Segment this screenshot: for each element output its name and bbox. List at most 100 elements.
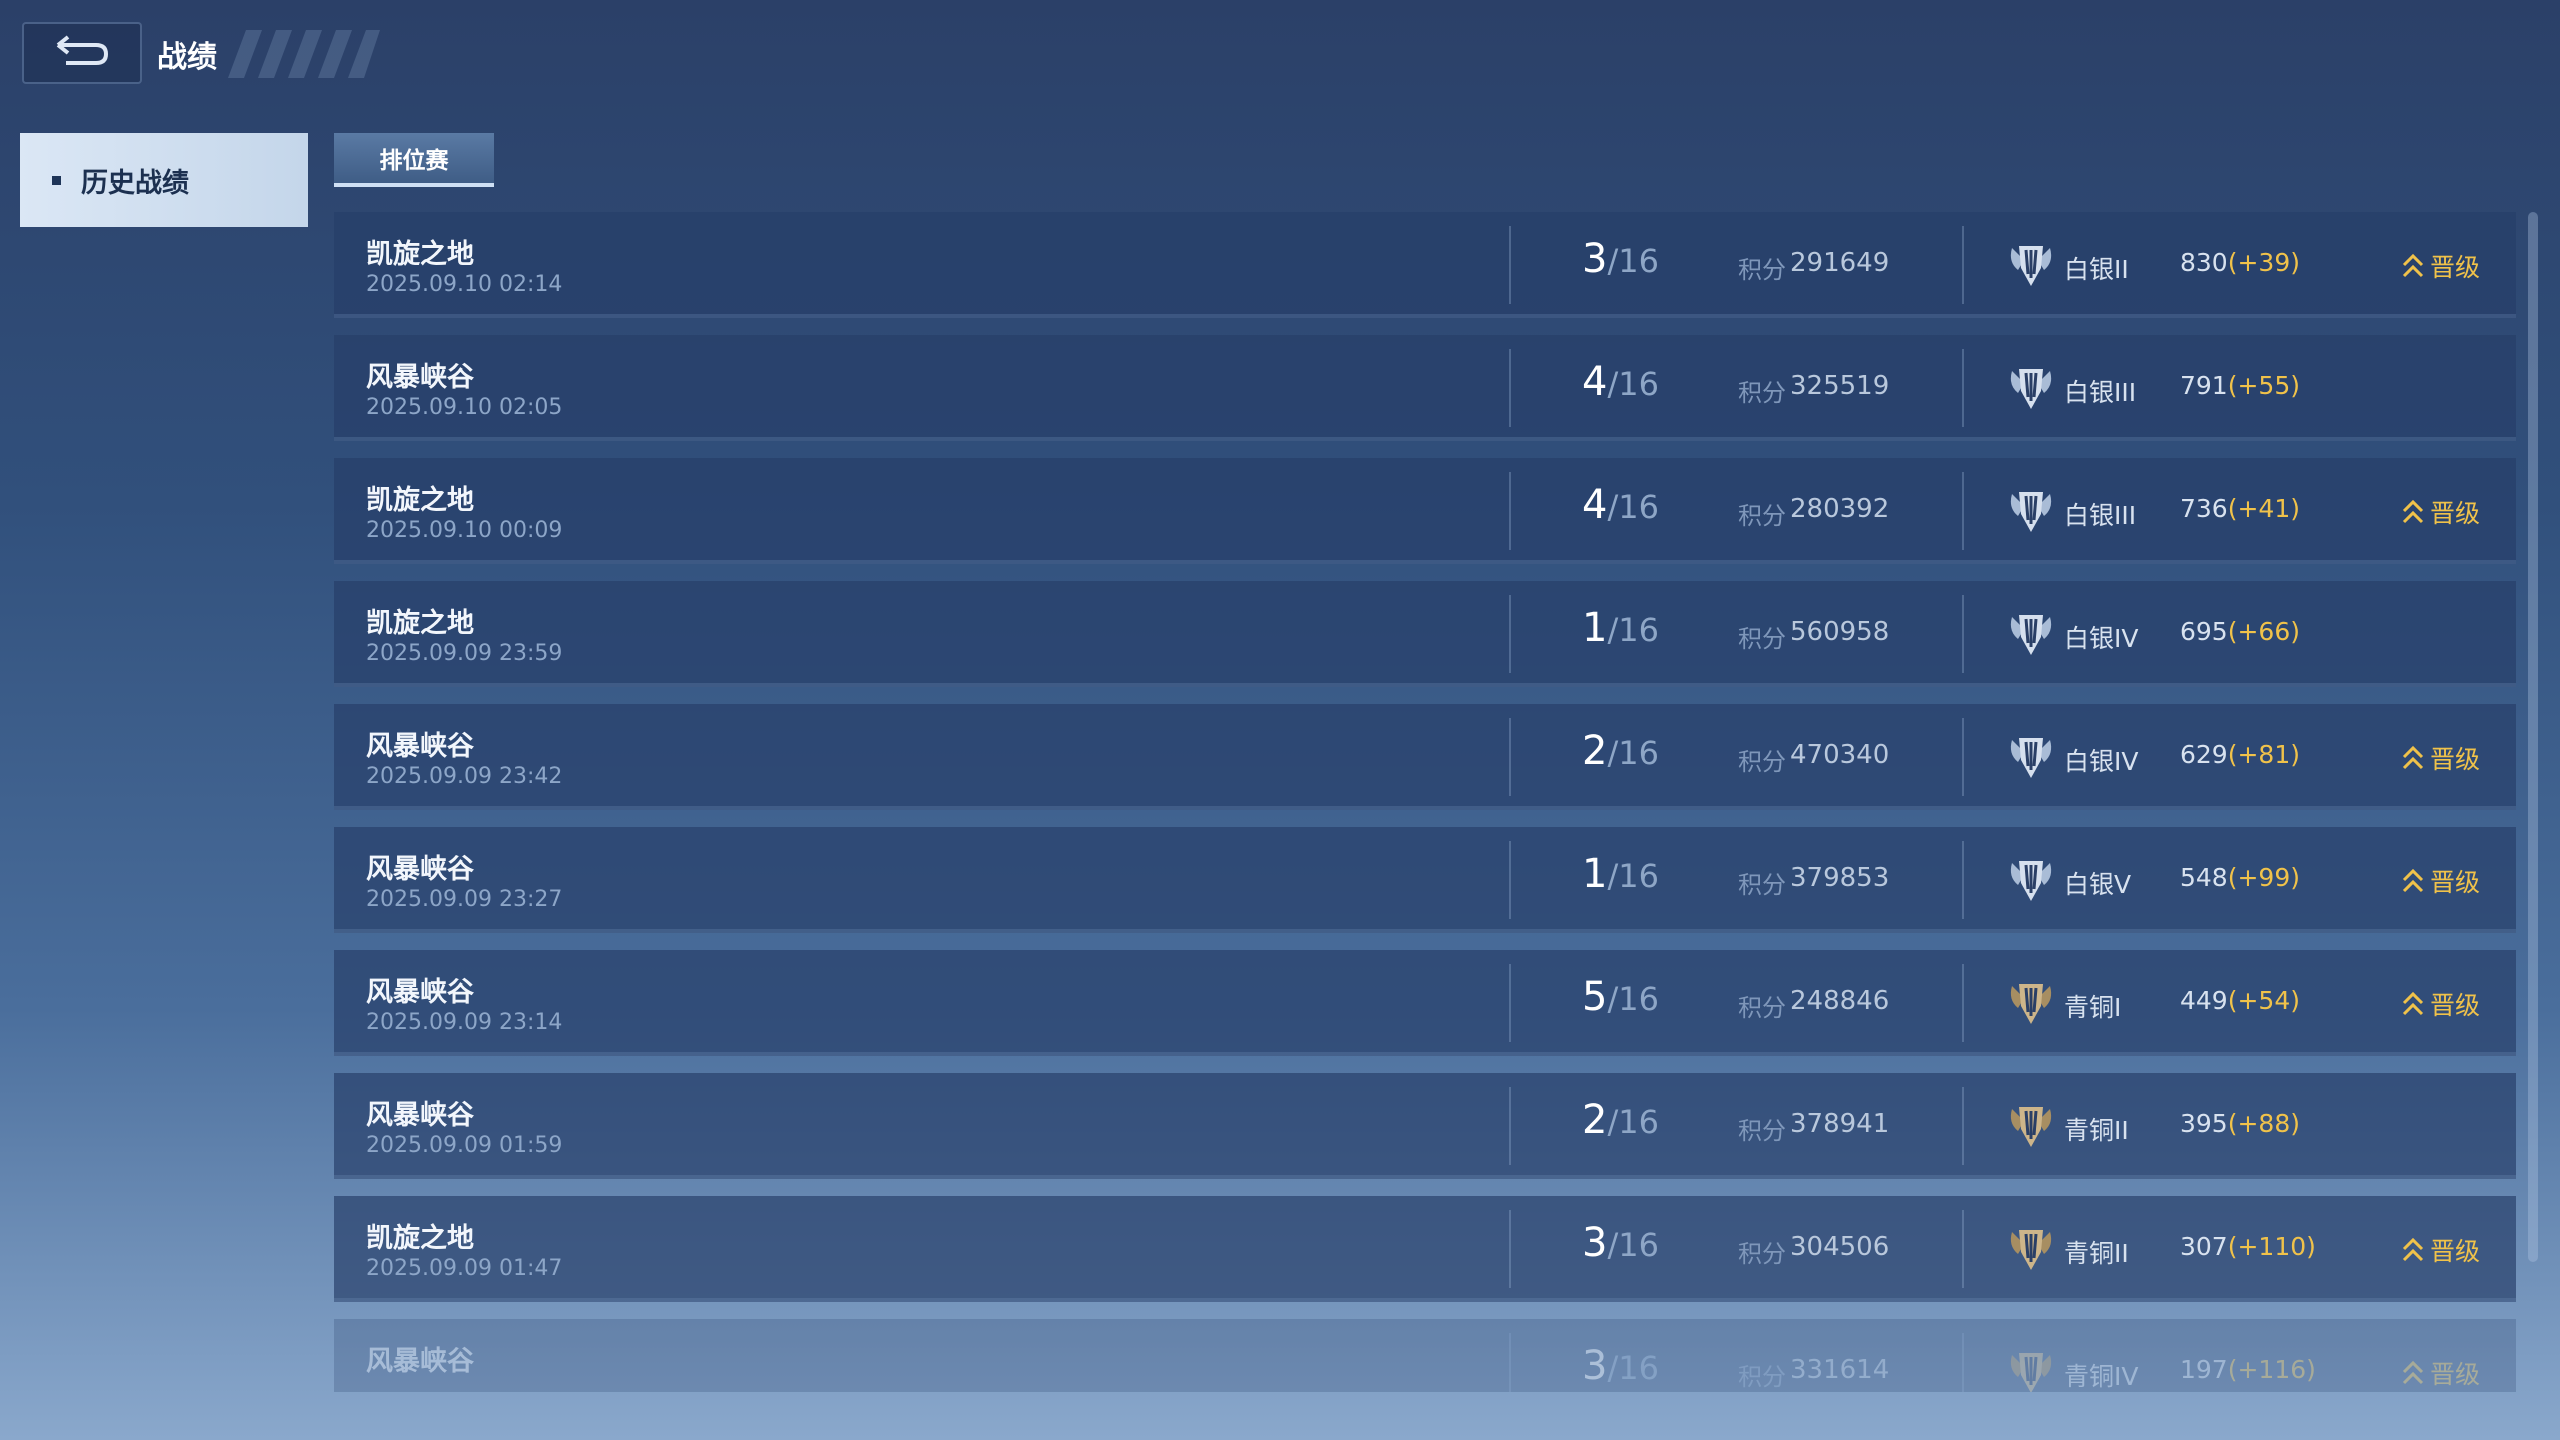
- sidebar-item-history[interactable]: 历史战绩: [20, 133, 308, 227]
- promotion-badge: 晋级: [2402, 863, 2480, 899]
- match-time: 2025.09.09 01:47: [366, 1256, 563, 1281]
- double-chevron-up-icon: [2402, 745, 2424, 770]
- tier-name: 白银II: [2064, 255, 2129, 284]
- tier-shield-icon: [2010, 1353, 2052, 1392]
- match-time: 2025.09.09 23:59: [366, 641, 563, 666]
- placement: 1/16: [1582, 605, 1659, 651]
- match-row[interactable]: 风暴峡谷 2025.09.09 23:14 5/16 积分 248846 青铜I…: [334, 950, 2516, 1056]
- tier-shield-icon: [2010, 369, 2052, 409]
- divider: [1509, 1333, 1511, 1392]
- map-name: 凯旋之地: [366, 608, 474, 639]
- score-value: 560958: [1790, 617, 1890, 647]
- tier-shield-icon: [2010, 984, 2052, 1024]
- match-row[interactable]: 风暴峡谷 2025.09.09 23:42 2/16 积分 470340 白银I…: [334, 704, 2516, 810]
- promotion-badge: 晋级: [2402, 986, 2480, 1022]
- scrollbar[interactable]: [2528, 212, 2538, 1262]
- divider: [1962, 226, 1964, 304]
- score-label: 积分: [1738, 871, 1786, 899]
- map-name: 风暴峡谷: [366, 854, 474, 885]
- score-label: 积分: [1738, 379, 1786, 407]
- tier-name: 青铜II: [2064, 1239, 2129, 1268]
- divider: [1962, 472, 1964, 550]
- placement: 2/16: [1582, 728, 1659, 774]
- score-label: 积分: [1738, 1363, 1786, 1391]
- placement: 3/16: [1582, 236, 1659, 282]
- promotion-badge: 晋级: [2402, 1232, 2480, 1268]
- map-name: 风暴峡谷: [366, 977, 474, 1008]
- tier-shield-icon: [2010, 615, 2052, 655]
- match-time: 2025.09.09 01:59: [366, 1133, 563, 1158]
- score-value: 304506: [1790, 1232, 1890, 1262]
- map-name: 风暴峡谷: [366, 362, 474, 393]
- divider: [1962, 1333, 1964, 1392]
- tier-name: 白银III: [2064, 378, 2137, 407]
- tier-name: 白银IV: [2064, 624, 2139, 653]
- promotion-badge: 晋级: [2402, 248, 2480, 284]
- tier-shield-icon: [2010, 1230, 2052, 1270]
- double-chevron-up-icon: [2402, 499, 2424, 524]
- match-row[interactable]: 凯旋之地 2025.09.10 00:09 4/16 积分 280392 白银I…: [334, 458, 2516, 564]
- promotion-badge: 晋级: [2402, 1355, 2480, 1391]
- score-value: 331614: [1790, 1355, 1890, 1385]
- score-label: 积分: [1738, 994, 1786, 1022]
- match-time: 2025.09.09 23:14: [366, 1010, 563, 1035]
- placement: 3/16: [1582, 1220, 1659, 1266]
- divider: [1509, 1210, 1511, 1288]
- score-value: 291649: [1790, 248, 1890, 278]
- tier-name: 白银V: [2064, 870, 2132, 899]
- page-title: 战绩: [157, 40, 217, 75]
- match-row[interactable]: 风暴峡谷 2025.09.10 02:05 4/16 积分 325519 白银I…: [334, 335, 2516, 441]
- score-label: 积分: [1738, 1117, 1786, 1145]
- rank-points: 791(+55): [2180, 371, 2300, 400]
- match-row[interactable]: 凯旋之地 2025.09.10 02:14 3/16 积分 291649 白银I…: [334, 212, 2516, 318]
- divider: [1962, 349, 1964, 427]
- match-time: 2025.09.10 02:14: [366, 272, 563, 297]
- tier-shield-icon: [2010, 246, 2052, 286]
- bullet-icon: [52, 175, 61, 185]
- placement: 1/16: [1582, 851, 1659, 897]
- tier-shield-icon: [2010, 492, 2052, 532]
- score-value: 379853: [1790, 863, 1890, 893]
- tier-name: 青铜II: [2064, 1116, 2129, 1145]
- match-row[interactable]: 风暴峡谷 2025.09.09 01:59 2/16 积分 378941 青铜I…: [334, 1073, 2516, 1179]
- tier-name: 白银III: [2064, 501, 2137, 530]
- match-time: 2025.09.09 23:42: [366, 764, 563, 789]
- rank-points: 197(+116): [2180, 1355, 2316, 1384]
- tier-name: 青铜IV: [2064, 1362, 2139, 1391]
- match-row[interactable]: 风暴峡谷 3/16 积分 331614 青铜IV 197(+116) 晋级: [334, 1319, 2516, 1392]
- promotion-badge: 晋级: [2402, 740, 2480, 776]
- score-value: 280392: [1790, 494, 1890, 524]
- back-arrow-icon: [56, 35, 109, 65]
- rank-points: 629(+81): [2180, 740, 2300, 769]
- double-chevron-up-icon: [2402, 1360, 2424, 1385]
- map-name: 凯旋之地: [366, 485, 474, 516]
- placement: 4/16: [1582, 359, 1659, 405]
- back-button[interactable]: [22, 22, 142, 84]
- match-time: 2025.09.10 00:09: [366, 518, 563, 543]
- map-name: 凯旋之地: [366, 239, 474, 270]
- double-chevron-up-icon: [2402, 253, 2424, 278]
- tier-shield-icon: [2010, 861, 2052, 901]
- tier-name: 白银IV: [2064, 747, 2139, 776]
- divider: [1962, 595, 1964, 673]
- double-chevron-up-icon: [2402, 991, 2424, 1016]
- double-chevron-up-icon: [2402, 868, 2424, 893]
- match-row[interactable]: 风暴峡谷 2025.09.09 23:27 1/16 积分 379853 白银V…: [334, 827, 2516, 933]
- placement: 2/16: [1582, 1097, 1659, 1143]
- match-row[interactable]: 凯旋之地 2025.09.09 01:47 3/16 积分 304506 青铜I…: [334, 1196, 2516, 1302]
- rank-points: 307(+110): [2180, 1232, 2316, 1261]
- tier-name: 青铜I: [2064, 993, 2122, 1022]
- divider: [1962, 1087, 1964, 1165]
- rank-points: 695(+66): [2180, 617, 2300, 646]
- score-label: 积分: [1738, 1240, 1786, 1268]
- rank-points: 548(+99): [2180, 863, 2300, 892]
- top-bar: 战绩: [0, 0, 2560, 110]
- score-label: 积分: [1738, 502, 1786, 530]
- score-value: 325519: [1790, 371, 1890, 401]
- match-time: 2025.09.09 23:27: [366, 887, 563, 912]
- divider: [1509, 472, 1511, 550]
- tab-ranked[interactable]: 排位赛: [334, 133, 494, 187]
- match-row[interactable]: 凯旋之地 2025.09.09 23:59 1/16 积分 560958 白银I…: [334, 581, 2516, 687]
- score-value: 470340: [1790, 740, 1890, 770]
- match-history-list[interactable]: 凯旋之地 2025.09.10 02:14 3/16 积分 291649 白银I…: [334, 212, 2516, 1392]
